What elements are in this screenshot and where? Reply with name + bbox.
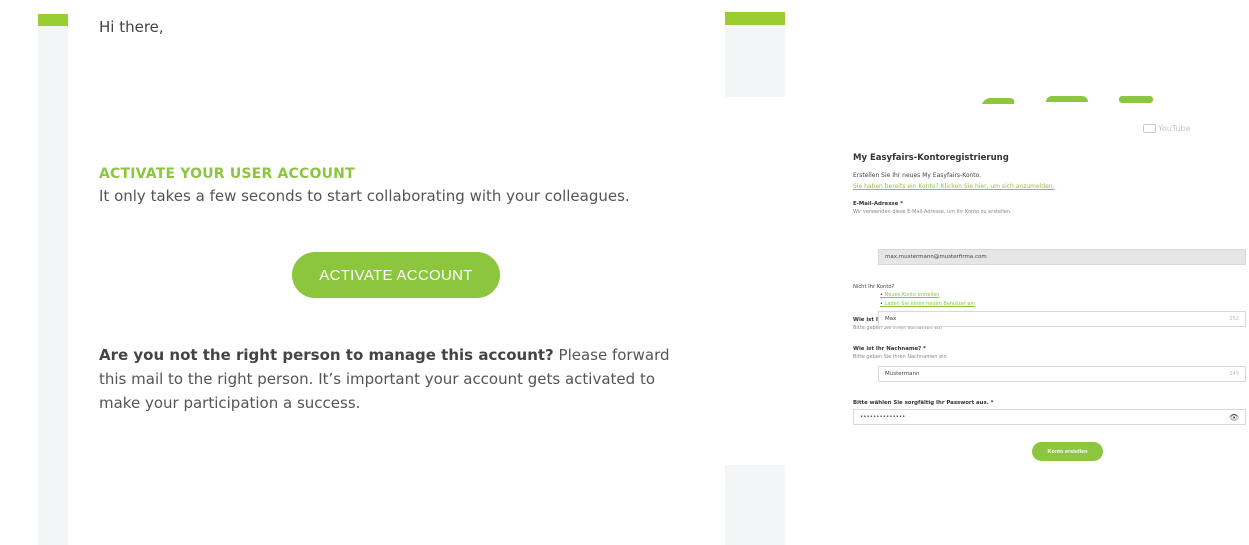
email-label: E-Mail-Adresse * (853, 201, 903, 207)
video-graphic-shape (981, 98, 1017, 104)
firstname-value: Max (885, 316, 897, 322)
youtube-play-icon (1143, 124, 1156, 133)
form-subtitle: Erstellen Sie Ihr neues My Easyfairs-Kon… (853, 172, 982, 179)
lastname-value: Mustermann (885, 371, 920, 377)
not-right-person-paragraph: Are you not the right person to manage t… (99, 343, 699, 415)
right-panel-top (725, 25, 785, 97)
activate-account-button[interactable]: ACTIVATE ACCOUNT (292, 252, 500, 298)
create-account-button[interactable]: Konto erstellen (1032, 442, 1103, 461)
password-value: •••••••••••••• (860, 414, 906, 420)
video-graphic-shape (1046, 96, 1088, 102)
email-help: Wir verwenden diese E-Mail-Adresse, um I… (853, 209, 1012, 215)
password-field[interactable]: •••••••••••••• 👁 (853, 409, 1246, 425)
right-panel-bottom (725, 465, 785, 545)
video-graphic-shape (1119, 96, 1153, 103)
email-field: max.mustermann@musterfirma.com (878, 249, 1246, 265)
lastname-label: Wie ist Ihr Nachname? * (853, 346, 926, 352)
youtube-label: YouTube (1158, 124, 1191, 133)
left-side-bar (38, 14, 68, 545)
left-accent-bar (38, 14, 68, 26)
lastname-field[interactable]: Mustermann 245 (878, 366, 1246, 382)
show-password-eye-icon[interactable]: 👁 (1229, 413, 1239, 422)
lastname-help: Bitte geben Sie Ihren Nachnamen ein (853, 354, 947, 360)
lastname-char-count: 245 (1229, 371, 1239, 377)
not-right-person-bold: Are you not the right person to manage t… (99, 346, 554, 364)
email-value: max.mustermann@musterfirma.com (885, 254, 987, 260)
new-account-link[interactable]: Neues Konto erstellen (880, 292, 940, 298)
firstname-field[interactable]: Max 252 (878, 311, 1246, 327)
firstname-char-count: 252 (1229, 316, 1239, 322)
not-your-account: Nicht Ihr Konto? (853, 284, 895, 290)
login-link[interactable]: Sie haben bereits ein Konto? Klicken Sie… (853, 183, 1055, 190)
activate-title: ACTIVATE YOUR USER ACCOUNT (99, 166, 355, 182)
form-title: My Easyfairs-Kontoregistrierung (853, 153, 1009, 163)
activate-subtitle: It only takes a few seconds to start col… (99, 187, 630, 205)
youtube-logo[interactable]: YouTube (1143, 124, 1191, 133)
greeting: Hi there, (99, 18, 164, 36)
right-accent-bar (725, 12, 785, 25)
invite-user-link[interactable]: Laden Sie einen neuen Benutzer ein (880, 301, 976, 307)
password-label: Bitte wählen Sie sorgfältig Ihr Passwort… (853, 400, 994, 406)
